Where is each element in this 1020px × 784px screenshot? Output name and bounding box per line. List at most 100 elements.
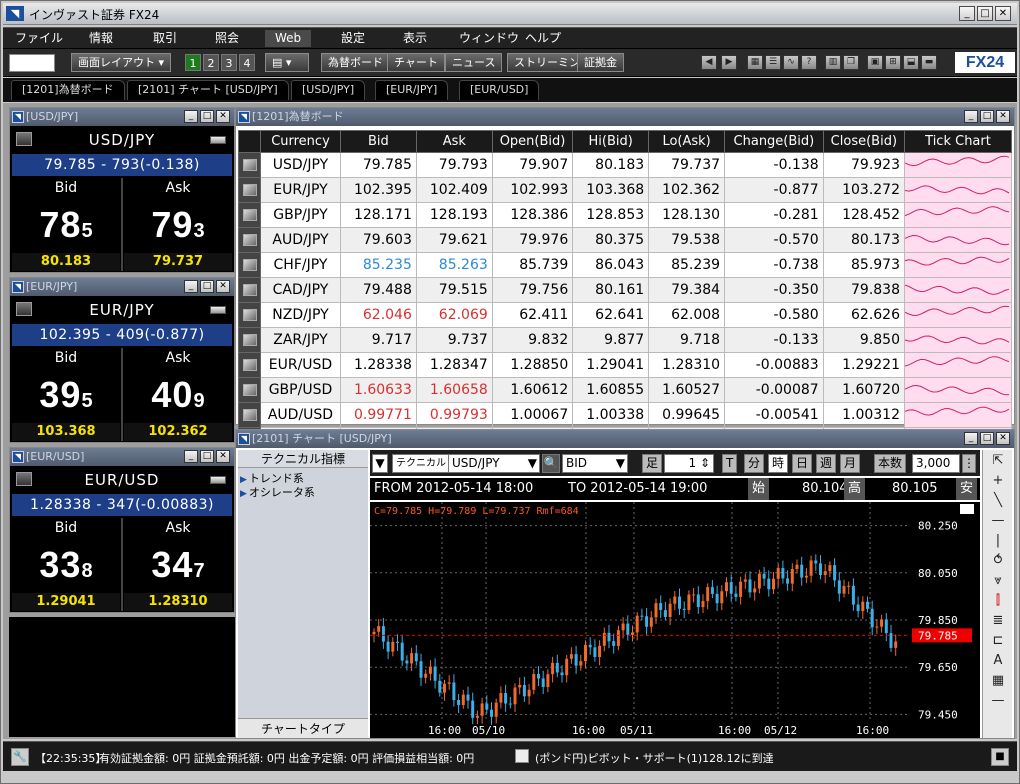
trendline-icon[interactable]: ╲	[987, 492, 1009, 510]
menu-view[interactable]: 表示	[403, 31, 427, 46]
news-icon[interactable]	[515, 749, 529, 763]
table-row[interactable]: EUR/USD 1.28338 1.28347 1.28850 1.29041 1.283…	[238, 352, 1012, 378]
toolbar-input[interactable]	[9, 54, 55, 72]
fan-icon[interactable]: ⩔	[987, 572, 1009, 590]
chart-type-button[interactable]: チャートタイプ	[238, 718, 368, 738]
maximize-button[interactable]: □	[977, 6, 993, 21]
cell-ask[interactable]: 85.263	[415, 252, 493, 278]
menu-file[interactable]: ファイル	[15, 31, 63, 46]
pair-select[interactable]: USD/JPY ▼	[448, 454, 540, 473]
ashi-input[interactable]: 1 ⇕	[664, 454, 714, 473]
cell-bid[interactable]: 79.603	[339, 227, 417, 253]
close-button[interactable]: ✕	[995, 6, 1011, 21]
pattern-icon[interactable]: ⫿	[987, 592, 1009, 610]
maximize-icon[interactable]: □	[980, 432, 994, 445]
cell-bid[interactable]: 79.785	[339, 152, 417, 178]
tile-icon[interactable]: ▥	[825, 55, 841, 70]
menu-inquiry[interactable]: 照会	[215, 31, 239, 46]
cell-ask[interactable]: 9.737	[415, 327, 493, 353]
table-row[interactable]: AUD/JPY 79.603 79.621 79.976 80.375 79.538 -0.…	[238, 227, 1012, 253]
tab-eurjpy[interactable]: [EUR/JPY]	[375, 80, 449, 100]
row-chart-icon[interactable]	[238, 302, 261, 328]
period-week[interactable]: 週	[816, 454, 837, 473]
hline-icon[interactable]: —	[987, 512, 1009, 530]
table-row[interactable]: EUR/JPY 102.395 102.409 102.993 103.368 102.3…	[238, 177, 1012, 203]
ask-price-button[interactable]: 347	[124, 539, 232, 591]
chart-mini-icon[interactable]	[16, 132, 32, 146]
collapse-icon[interactable]	[210, 136, 226, 144]
close-icon[interactable]: ✕	[216, 110, 230, 123]
chart-icon[interactable]: ∿	[783, 55, 799, 70]
cell-ask[interactable]: 79.621	[415, 227, 493, 253]
row-chart-icon[interactable]	[238, 177, 261, 203]
cell-bid[interactable]: 79.488	[339, 277, 417, 303]
cell-bid[interactable]: 128.171	[339, 202, 417, 228]
cascade-icon[interactable]: ❐	[843, 55, 859, 70]
dropdown-icon[interactable]: ▼	[372, 454, 388, 473]
news-stop-icon[interactable]: ■	[991, 748, 1009, 766]
column-header[interactable]: Tick Chart	[904, 130, 1012, 153]
collapse-icon[interactable]	[210, 306, 226, 314]
minimize-icon[interactable]: _	[184, 110, 198, 123]
rect-icon[interactable]: ⊏	[987, 632, 1009, 650]
table-row[interactable]: USD/JPY 79.785 79.793 79.907 80.183 79.737 -0.…	[238, 152, 1012, 178]
cell-ask[interactable]: 1.60658	[415, 377, 493, 403]
close-icon[interactable]: ✕	[216, 450, 230, 463]
menu-web[interactable]: Web	[265, 30, 312, 47]
bid-price-button[interactable]: 395	[12, 369, 120, 421]
column-header[interactable]: Bid	[339, 130, 417, 153]
column-header[interactable]: Change(Bid)	[724, 130, 824, 153]
next-icon[interactable]: ▶	[721, 55, 737, 70]
fib-icon[interactable]: ⥀	[987, 552, 1009, 570]
layout-1-button[interactable]: 1	[185, 54, 201, 71]
row-chart-icon[interactable]	[238, 202, 261, 228]
technical-button[interactable]: テクニカル	[392, 454, 450, 473]
margin-button[interactable]: 証拠金	[577, 53, 624, 72]
news-button[interactable]: ニュース	[445, 53, 503, 72]
cell-ask[interactable]: 79.515	[415, 277, 493, 303]
crosshair-icon[interactable]: +	[987, 472, 1009, 490]
tab-chart[interactable]: [2101] チャート [USD/JPY]	[127, 80, 289, 100]
row-chart-icon[interactable]	[238, 327, 261, 353]
column-header[interactable]: Currency	[260, 130, 341, 153]
close-icon[interactable]: ✕	[996, 110, 1010, 123]
chart-button[interactable]: チャート	[387, 53, 445, 72]
cell-bid[interactable]: 1.60633	[339, 377, 417, 403]
maximize-icon[interactable]: □	[200, 110, 214, 123]
row-chart-icon[interactable]	[238, 152, 261, 178]
close-icon[interactable]: ✕	[996, 432, 1010, 445]
tab-eurusd[interactable]: [EUR/USD]	[459, 80, 540, 100]
layout-3-button[interactable]: 3	[221, 54, 237, 71]
text-icon[interactable]: A	[987, 652, 1009, 670]
minimize-icon[interactable]: _	[964, 432, 978, 445]
tab-usdjpy[interactable]: [USD/JPY]	[291, 80, 366, 100]
row-chart-icon[interactable]	[238, 402, 261, 428]
cell-bid[interactable]: 85.235	[339, 252, 417, 278]
column-header[interactable]: Close(Bid)	[822, 130, 906, 153]
cell-bid[interactable]: 0.99771	[339, 402, 417, 428]
cell-ask[interactable]: 128.193	[415, 202, 493, 228]
layout-button[interactable]: 画面レイアウト ▾	[71, 53, 172, 72]
collapse-icon[interactable]	[210, 476, 226, 484]
table-row[interactable]: ZAR/JPY 9.717 9.737 9.832 9.877 9.718 -0.133 9.…	[238, 327, 1012, 353]
chart-mini-icon[interactable]	[16, 302, 32, 316]
bid-price-button[interactable]: 338	[12, 539, 120, 591]
minimize-icon[interactable]: _	[184, 450, 198, 463]
cell-bid[interactable]: 1.28338	[339, 352, 417, 378]
row-chart-icon[interactable]	[238, 352, 261, 378]
period-day[interactable]: 日	[792, 454, 813, 473]
column-header[interactable]: Open(Bid)	[491, 130, 574, 153]
menu-window[interactable]: ウィンドウ	[459, 31, 519, 46]
column-header[interactable]: Hi(Bid)	[572, 130, 650, 153]
more-icon[interactable]: ⋮	[962, 454, 976, 473]
cell-bid[interactable]: 102.395	[339, 177, 417, 203]
cell-ask[interactable]: 62.069	[415, 302, 493, 328]
cell-bid[interactable]: 62.046	[339, 302, 417, 328]
minimize-icon[interactable]: _	[964, 110, 978, 123]
row-chart-icon[interactable]	[238, 377, 261, 403]
ask-price-button[interactable]: 793	[124, 199, 232, 251]
rate-board-button[interactable]: 為替ボード	[321, 53, 390, 72]
period-t[interactable]: T	[722, 454, 738, 473]
menu-settings[interactable]: 設定	[341, 31, 365, 46]
save-icon[interactable]: ▬	[921, 55, 937, 70]
